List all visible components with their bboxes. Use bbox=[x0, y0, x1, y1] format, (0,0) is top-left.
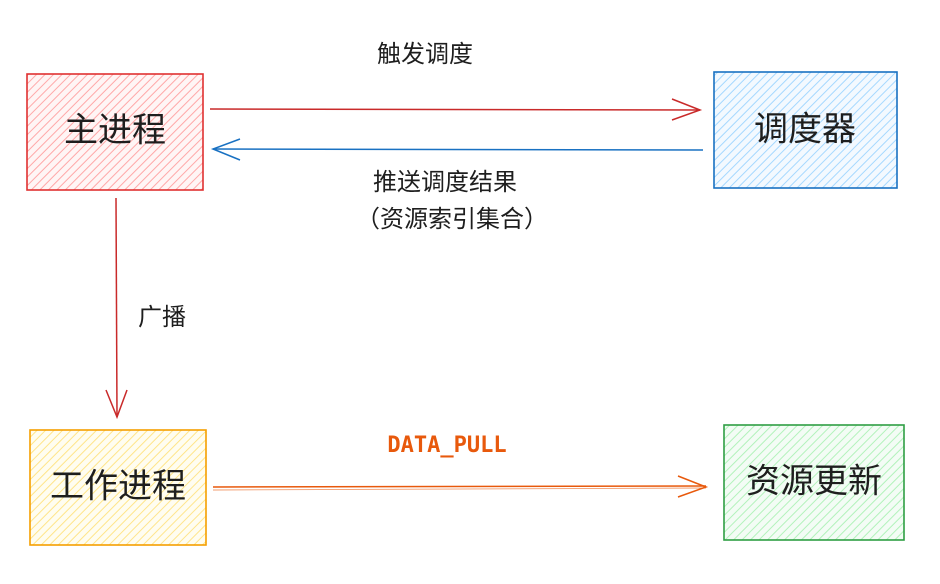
diagram-canvas: 主进程 调度器 工作进程 资源更新 触发调度 推送调度结果 （资源索引集合） 广… bbox=[26, 40, 905, 546]
trigger-label: 触发调度 bbox=[377, 40, 473, 68]
data-pull-arrow-line bbox=[212, 485, 707, 488]
worker-process-label: 工作进程 bbox=[50, 467, 186, 507]
trigger-arrow-line bbox=[209, 108, 701, 111]
node-scheduler: 调度器 bbox=[713, 71, 898, 189]
node-resource-update: 资源更新 bbox=[723, 424, 905, 541]
edge-trigger: 触发调度 bbox=[209, 40, 703, 121]
flow-diagram: 主进程 调度器 工作进程 资源更新 触发调度 推送调度结果 （资源索引集合） 广… bbox=[0, 0, 940, 584]
node-worker-process: 工作进程 bbox=[29, 429, 207, 546]
data-pull-label: DATA_PULL bbox=[387, 433, 506, 458]
push-arrow-line bbox=[212, 148, 704, 151]
node-main-process: 主进程 bbox=[26, 73, 204, 191]
broadcast-arrow-line bbox=[115, 197, 118, 418]
push-label-line1: 推送调度结果 bbox=[373, 168, 517, 196]
data-pull-arrow-line-sketch bbox=[212, 487, 707, 491]
main-process-label: 主进程 bbox=[64, 111, 166, 151]
broadcast-label: 广播 bbox=[138, 303, 186, 331]
edge-broadcast: 广播 bbox=[105, 197, 186, 420]
scheduler-label: 调度器 bbox=[754, 110, 856, 150]
push-label-line2: （资源索引集合） bbox=[356, 205, 548, 233]
resource-update-label: 资源更新 bbox=[746, 462, 882, 502]
edge-push: 推送调度结果 （资源索引集合） bbox=[210, 138, 704, 233]
edge-data-pull: DATA_PULL bbox=[212, 433, 709, 498]
